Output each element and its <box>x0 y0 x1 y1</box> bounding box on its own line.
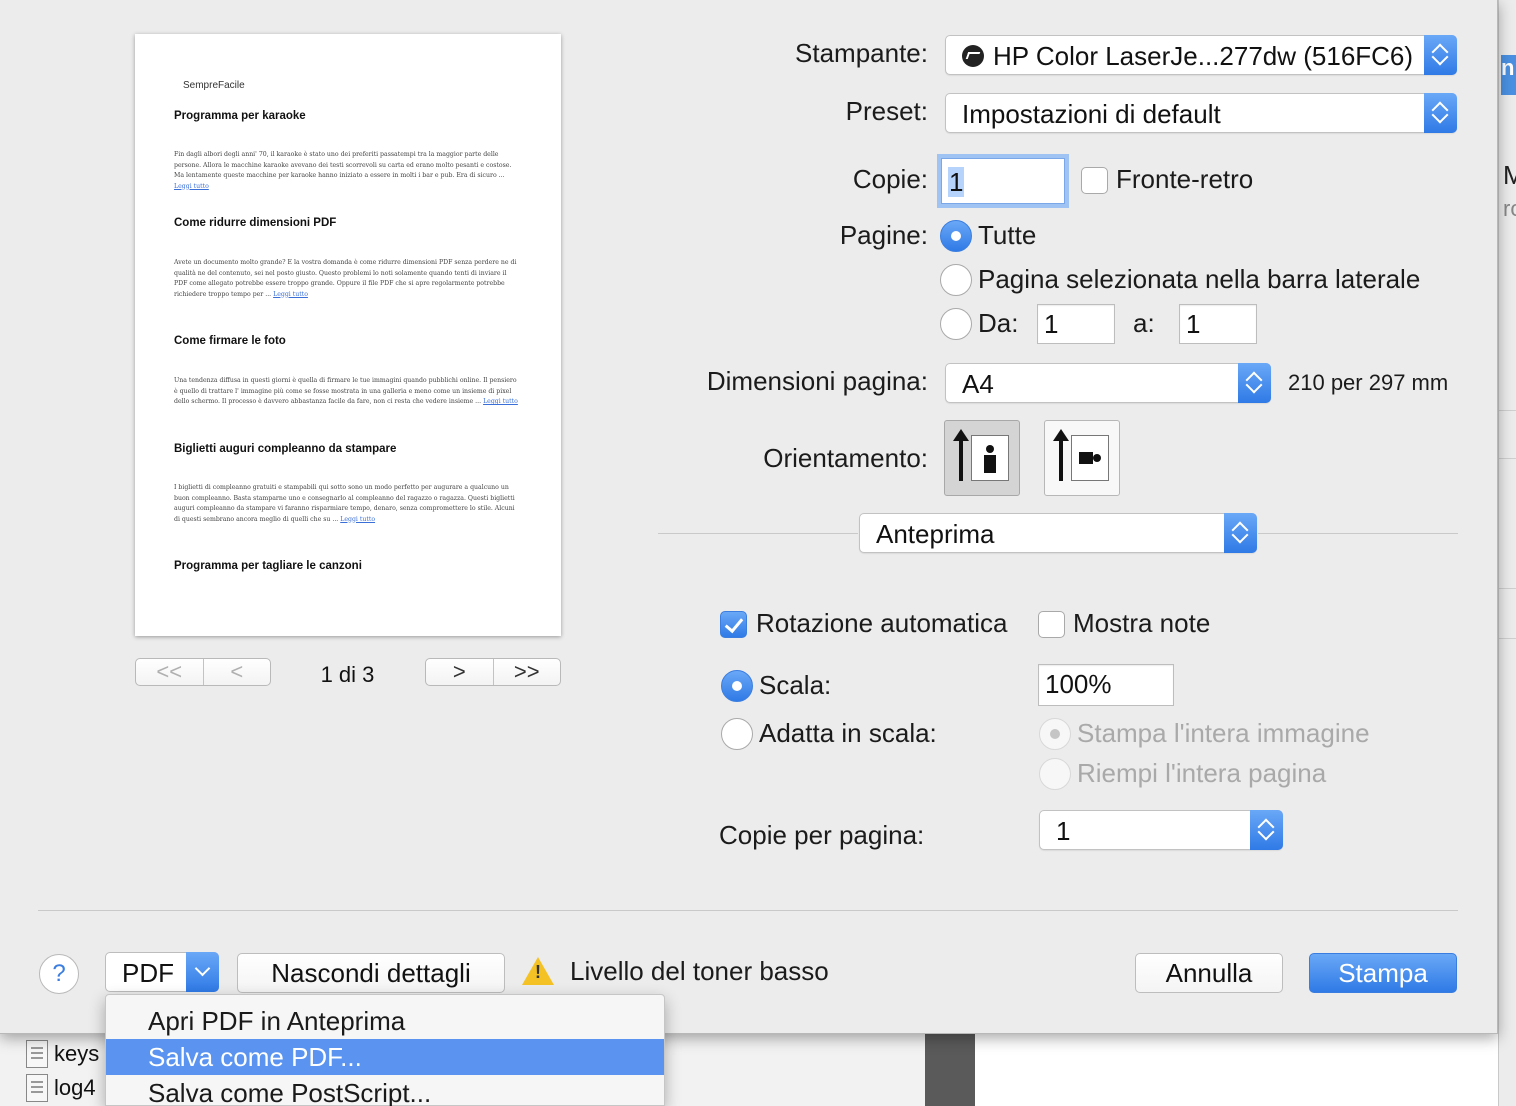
auto-rotate-checkbox[interactable] <box>720 611 747 638</box>
copies-per-page-label: Copie per pagina: <box>719 820 925 850</box>
pages-all-label: Tutte <box>978 220 1037 250</box>
popup-arrows-icon <box>1424 35 1457 75</box>
copies-label: Copie: <box>852 164 928 194</box>
portrait-orientation-button[interactable] <box>944 420 1020 496</box>
orientation-label: Orientamento: <box>763 443 928 473</box>
landscape-orientation-button[interactable] <box>1044 420 1120 496</box>
divider <box>658 533 858 534</box>
document-icon <box>26 1074 48 1102</box>
pdf-menu-button[interactable]: PDF <box>105 952 219 992</box>
preview-heading: Come ridurre dimensioni PDF <box>174 217 337 229</box>
person-rotated-icon <box>1079 451 1103 465</box>
person-icon <box>983 445 997 473</box>
duplex-checkbox[interactable] <box>1081 167 1108 194</box>
paper-size-popup[interactable]: A4 <box>945 363 1271 403</box>
scale-label: Scala: <box>759 670 832 700</box>
printer-status-icon <box>962 45 984 67</box>
print-dialog: SempreFacile Programma per karaoke Fin d… <box>0 0 1498 1034</box>
fit-scale-radio[interactable] <box>721 718 753 750</box>
background-subtext: ro <box>1503 196 1516 221</box>
toner-warning-text: Livello del toner basso <box>570 956 829 986</box>
file-item-keys[interactable]: keys <box>26 1040 99 1068</box>
hide-details-button[interactable]: Nascondi dettagli <box>237 953 505 993</box>
fit-fill-page-radio[interactable] <box>1039 758 1071 790</box>
print-button[interactable]: Stampa <box>1309 953 1457 993</box>
background-text: M <box>1503 160 1516 190</box>
first-page-button[interactable]: << <box>136 659 203 685</box>
last-page-button[interactable]: >> <box>492 659 561 685</box>
pager-back-group: << < <box>135 658 271 686</box>
background-dark-panel <box>925 1034 975 1106</box>
pages-to-field[interactable]: 1 <box>1179 304 1257 344</box>
pages-range-radio[interactable] <box>940 308 972 340</box>
fit-scale-label: Adatta in scala: <box>759 718 937 748</box>
pages-selected-label: Pagina selezionata nella barra laterale <box>978 264 1421 294</box>
background-window-right: np M ro <box>1498 0 1516 1106</box>
print-preview-page: SempreFacile Programma per karaoke Fin d… <box>135 34 561 636</box>
preview-heading: Biglietti auguri compleanno da stampare <box>174 443 397 455</box>
printer-popup[interactable]: HP Color LaserJe...277dw (516FC6) <box>945 35 1457 75</box>
pages-label: Pagine: <box>839 220 928 250</box>
background-tab: np <box>1501 55 1516 95</box>
popup-arrows-icon <box>1238 363 1271 403</box>
menu-item-save-as-pdf[interactable]: Salva come PDF... <box>106 1039 664 1075</box>
section-popup[interactable]: Anteprima <box>859 513 1257 553</box>
up-arrow-icon <box>953 429 969 481</box>
show-notes-label: Mostra note <box>1073 608 1211 638</box>
copies-per-page-popup[interactable]: 1 <box>1039 810 1283 850</box>
fit-fill-page-label: Riempi l'intera pagina <box>1077 758 1327 788</box>
scale-field[interactable]: 100% <box>1038 664 1174 706</box>
duplex-label: Fronte-retro <box>1116 164 1254 194</box>
file-item-log4[interactable]: log4 <box>26 1074 96 1102</box>
next-page-button[interactable]: > <box>426 659 493 685</box>
preview-heading: Programma per tagliare le canzoni <box>174 560 362 572</box>
pages-selected-radio[interactable] <box>940 264 972 296</box>
document-icon <box>26 1040 48 1068</box>
popup-arrows-icon <box>1224 513 1257 553</box>
popup-arrows-icon <box>1424 93 1457 133</box>
pager-forward-group: > >> <box>425 658 561 686</box>
page-indicator: 1 di 3 <box>320 662 375 687</box>
preview-heading: Come firmare le foto <box>174 335 286 347</box>
help-button[interactable]: ? <box>39 954 79 994</box>
pages-to-label: a: <box>1133 308 1155 338</box>
paper-size-label: Dimensioni pagina: <box>706 366 928 396</box>
paper-size-dimensions: 210 per 297 mm <box>1288 370 1449 395</box>
preview-heading: Programma per karaoke <box>174 110 306 122</box>
fit-whole-image-radio[interactable] <box>1039 718 1071 750</box>
warning-icon: ! <box>522 957 554 985</box>
show-notes-checkbox[interactable] <box>1038 611 1065 638</box>
preview-paragraph: I biglietti di compleanno gratuiti e sta… <box>174 484 515 523</box>
preset-label: Preset: <box>845 96 928 126</box>
popup-arrows-icon <box>1250 810 1283 850</box>
cancel-button[interactable]: Annulla <box>1135 953 1283 993</box>
preview-brand: SempreFacile <box>183 80 245 91</box>
preview-paragraph: Fin dagli albori degli anni' 70, il kara… <box>174 151 512 190</box>
divider <box>1258 533 1458 534</box>
scale-radio[interactable] <box>721 670 753 702</box>
printer-label: Stampante: <box>795 38 928 68</box>
menu-item-open-in-preview[interactable]: Apri PDF in Anteprima <box>106 1003 664 1039</box>
pages-from-field[interactable]: 1 <box>1037 304 1115 344</box>
pages-from-label: Da: <box>978 308 1019 338</box>
menu-item-save-as-postscript[interactable]: Salva come PostScript... <box>106 1075 664 1106</box>
prev-page-button[interactable]: < <box>202 659 271 685</box>
footer-divider <box>38 910 1458 911</box>
preview-paragraph: Una tendenza diffusa in questi giorni è … <box>174 377 518 405</box>
pdf-dropdown-menu: Apri PDF in Anteprima Salva come PDF... … <box>105 994 665 1106</box>
pages-all-radio[interactable] <box>940 220 972 252</box>
chevron-down-icon <box>186 952 219 992</box>
up-arrow-icon <box>1053 429 1069 481</box>
auto-rotate-label: Rotazione automatica <box>756 608 1008 638</box>
preview-paragraph: Avete un documento molto grande? E la vo… <box>174 259 517 298</box>
preset-popup[interactable]: Impostazioni di default <box>945 93 1457 133</box>
fit-whole-image-label: Stampa l'intera immagine <box>1077 718 1370 748</box>
copies-field[interactable]: 1 <box>941 158 1065 204</box>
